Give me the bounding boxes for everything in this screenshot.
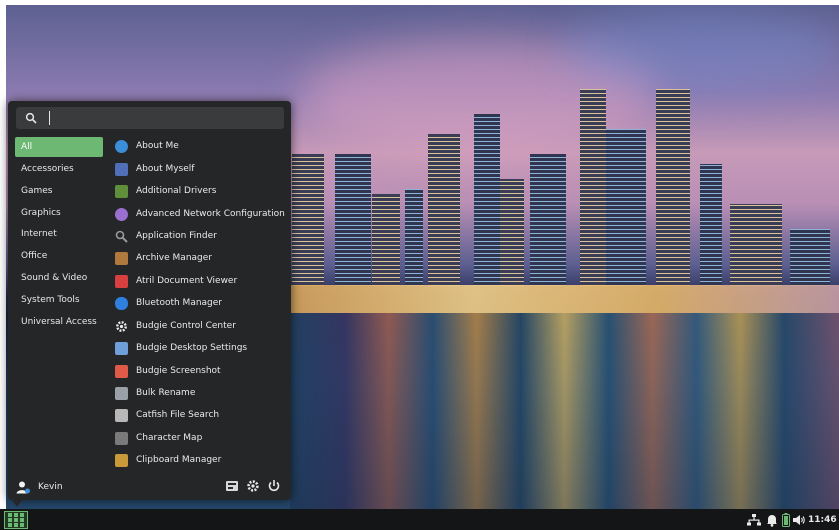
archive-box-icon (115, 251, 128, 265)
magnifier-icon (115, 230, 128, 243)
app-label: Application Finder (136, 231, 217, 241)
app-label: Catfish File Search (136, 410, 220, 420)
user-name: Kevin (38, 482, 63, 492)
person-icon (115, 139, 128, 153)
skyline-building (372, 194, 400, 289)
text-cursor (49, 111, 50, 125)
skyline-building (530, 154, 566, 289)
app-item-budgie-control-center[interactable]: Budgie Control Center (115, 316, 236, 336)
category-internet[interactable]: Internet (15, 224, 103, 244)
skyline-building (474, 114, 500, 289)
sky-glow (560, 10, 839, 90)
skyline-building (790, 229, 830, 289)
display-settings-icon[interactable] (225, 479, 239, 493)
app-label: Budgie Desktop Settings (136, 343, 248, 353)
contact-card-icon (115, 162, 128, 176)
category-universal-access[interactable]: Universal Access (15, 312, 103, 332)
app-label: About Myself (136, 164, 195, 174)
wallpaper-border (0, 0, 839, 5)
app-item-about-myself[interactable]: About Myself (115, 159, 194, 179)
app-label: Budgie Control Center (136, 321, 236, 331)
skyline-building (730, 204, 782, 289)
category-graphics[interactable]: Graphics (15, 203, 103, 223)
app-item-budgie-screenshot[interactable]: Budgie Screenshot (115, 361, 221, 381)
app-label: Archive Manager (136, 253, 212, 263)
skyline-building (428, 134, 460, 289)
document-viewer-icon (115, 274, 128, 288)
app-label: Atril Document Viewer (136, 276, 238, 286)
skyline-building (700, 164, 722, 289)
app-grid-icon[interactable] (4, 511, 28, 529)
skyline-building (606, 129, 646, 289)
battery-icon[interactable] (782, 513, 790, 527)
app-item-bluetooth-manager[interactable]: Bluetooth Manager (115, 293, 222, 313)
waterfront-lights (290, 285, 839, 313)
search-input[interactable] (16, 107, 284, 129)
app-item-catfish-file-search[interactable]: Catfish File Search (115, 405, 219, 425)
character-map-icon (115, 431, 128, 445)
power-icon[interactable] (267, 479, 281, 493)
app-label: Additional Drivers (136, 186, 217, 196)
volume-icon[interactable] (793, 513, 806, 527)
clipboard-icon (115, 453, 128, 467)
gear-icon (116, 320, 127, 332)
app-label: Budgie Screenshot (136, 366, 221, 376)
app-item-about-me[interactable]: About Me (115, 136, 179, 156)
app-label: Advanced Network Configuration (136, 209, 285, 219)
app-item-additional-drivers[interactable]: Additional Drivers (115, 181, 216, 201)
category-accessories[interactable]: Accessories (15, 159, 103, 179)
gear-icon[interactable] (246, 479, 260, 493)
notification-bell-icon[interactable] (766, 513, 778, 527)
app-label: Clipboard Manager (136, 455, 222, 465)
skyline-building (656, 89, 690, 289)
network-globe-icon (115, 207, 128, 221)
app-item-character-map[interactable]: Character Map (115, 428, 202, 448)
skyline-building (405, 189, 423, 289)
folder-rename-icon (115, 386, 128, 400)
bottom-panel (0, 509, 839, 530)
wallpaper-border (0, 0, 6, 509)
file-search-icon (115, 408, 128, 422)
skyline-building (500, 179, 524, 289)
user-account-button[interactable]: Kevin (16, 479, 63, 495)
desktop-settings-icon (115, 341, 128, 355)
app-label: Character Map (136, 433, 203, 443)
water-shade (290, 313, 839, 509)
app-label: Bulk Rename (136, 388, 196, 398)
app-item-bulk-rename[interactable]: Bulk Rename (115, 383, 195, 403)
panel-clock[interactable]: 11:46 (808, 510, 837, 530)
network-icon[interactable] (747, 513, 761, 527)
app-item-atril-document-viewer[interactable]: Atril Document Viewer (115, 271, 237, 291)
app-item-archive-manager[interactable]: Archive Manager (115, 248, 212, 268)
category-system-tools[interactable]: System Tools (15, 290, 103, 310)
app-label: Bluetooth Manager (136, 298, 223, 308)
menu-pointer (12, 500, 22, 507)
skyline-building (335, 154, 371, 289)
circuit-board-icon (115, 184, 128, 198)
category-sound-video[interactable]: Sound & Video (15, 268, 103, 288)
search-icon (25, 112, 37, 124)
skyline-building (580, 89, 606, 289)
avatar (16, 481, 30, 494)
app-label: About Me (136, 141, 179, 151)
app-item-advanced-network-configuration[interactable]: Advanced Network Configuration (115, 204, 285, 224)
app-item-clipboard-manager[interactable]: Clipboard Manager (115, 450, 221, 470)
application-menu: All Accessories Games Graphics Internet … (8, 101, 291, 500)
app-item-application-finder[interactable]: Application Finder (115, 226, 217, 246)
camera-icon (115, 364, 128, 378)
app-item-budgie-desktop-settings[interactable]: Budgie Desktop Settings (115, 338, 247, 358)
category-all[interactable]: All (15, 137, 103, 157)
category-games[interactable]: Games (15, 181, 103, 201)
bluetooth-icon (115, 296, 128, 310)
skyline-building (292, 154, 324, 289)
category-office[interactable]: Office (15, 246, 103, 266)
